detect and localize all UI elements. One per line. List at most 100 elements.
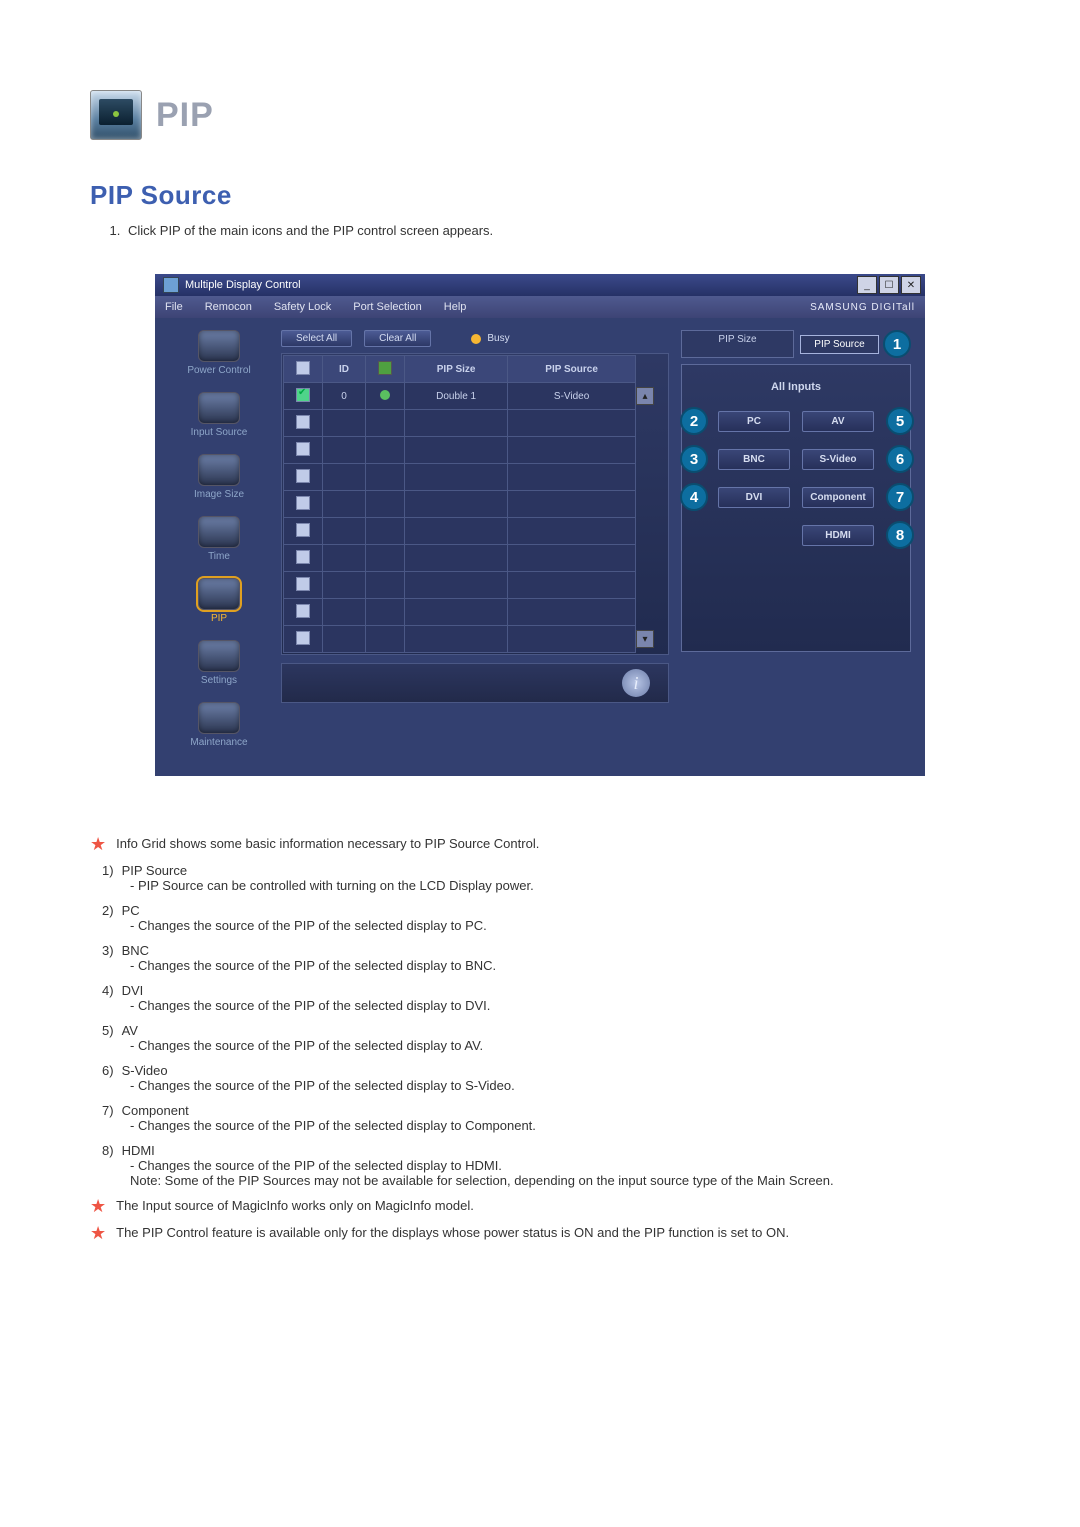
window-title: Multiple Display Control <box>185 279 301 291</box>
item-sub: Changes the source of the PIP of the sel… <box>130 1038 990 1053</box>
source-av-button[interactable]: AV <box>802 411 874 432</box>
table-row <box>284 410 667 437</box>
table-row <box>284 572 667 599</box>
item-label: Component <box>102 1103 189 1118</box>
footnote-1: ★ The Input source of MagicInfo works on… <box>90 1198 990 1219</box>
table-row[interactable]: 0 Double 1 S-Video ▴ <box>284 383 667 410</box>
menu-safety-lock[interactable]: Safety Lock <box>274 301 331 313</box>
table-row: ▾ <box>284 626 667 653</box>
source-bnc-button[interactable]: BNC <box>718 449 790 470</box>
item-label: AV <box>102 1023 138 1038</box>
row-checkbox[interactable] <box>296 469 310 483</box>
close-button[interactable]: ✕ <box>901 276 921 294</box>
callout-4: 4 <box>680 483 708 511</box>
row-checkbox[interactable] <box>296 550 310 564</box>
menu-port-selection[interactable]: Port Selection <box>353 301 421 313</box>
sidebar-label: PIP <box>211 613 227 624</box>
row-checkbox[interactable] <box>296 577 310 591</box>
row-checkbox[interactable] <box>296 442 310 456</box>
source-svideo-button[interactable]: S-Video <box>802 449 874 470</box>
panel-heading: All Inputs <box>690 381 902 393</box>
row-checkbox[interactable] <box>296 523 310 537</box>
sidebar-item-power[interactable]: Power Control <box>187 330 250 376</box>
table-row <box>284 518 667 545</box>
callout-8: 8 <box>886 521 914 549</box>
list-item: DVI Changes the source of the PIP of the… <box>102 983 990 1013</box>
source-dvi-button[interactable]: DVI <box>718 487 790 508</box>
select-all-button[interactable]: Select All <box>281 330 352 347</box>
info-text: Info Grid shows some basic information n… <box>116 836 539 851</box>
row-checkbox[interactable] <box>296 496 310 510</box>
status-dot-icon <box>380 390 390 400</box>
table-toolbar: Select All Clear All Busy <box>281 330 669 347</box>
scroll-down-button[interactable]: ▾ <box>636 630 654 648</box>
settings-icon <box>198 640 240 672</box>
item-label: PC <box>102 903 140 918</box>
star-icon: ★ <box>90 1225 106 1241</box>
row-checkbox[interactable] <box>296 388 310 402</box>
sidebar: Power Control Input Source Image Size Ti… <box>169 330 269 764</box>
cell-size: Double 1 <box>405 383 508 410</box>
cell-source: S-Video <box>508 383 636 410</box>
item-sub: Changes the source of the PIP of the sel… <box>130 918 990 933</box>
row-checkbox[interactable] <box>296 604 310 618</box>
sidebar-item-image[interactable]: Image Size <box>194 454 244 500</box>
sidebar-label: Settings <box>201 675 237 686</box>
sidebar-item-maintenance[interactable]: Maintenance <box>190 702 247 748</box>
source-pc-button[interactable]: PC <box>718 411 790 432</box>
item-label: BNC <box>102 943 149 958</box>
col-id: ID <box>323 356 366 383</box>
table-row <box>284 491 667 518</box>
right-panel: PIP Size PIP Source 1 All Inputs 2 PC AV… <box>681 330 911 764</box>
callout-2: 2 <box>680 407 708 435</box>
clear-all-button[interactable]: Clear All <box>364 330 431 347</box>
item-label: PIP Source <box>102 863 187 878</box>
footnote-text: The PIP Control feature is available onl… <box>116 1225 789 1240</box>
tab-pip-source[interactable]: PIP Source <box>800 335 879 354</box>
menu-help[interactable]: Help <box>444 301 467 313</box>
callout-6: 6 <box>886 445 914 473</box>
row-checkbox[interactable] <box>296 415 310 429</box>
scroll-up-button[interactable]: ▴ <box>636 387 654 405</box>
busy-label: Busy <box>487 333 509 344</box>
table-row <box>284 464 667 491</box>
minimize-button[interactable]: _ <box>857 276 877 294</box>
status-bar: i <box>281 663 669 703</box>
sidebar-item-time[interactable]: Time <box>198 516 240 562</box>
source-hdmi-button[interactable]: HDMI <box>802 525 874 546</box>
sidebar-item-input[interactable]: Input Source <box>191 392 248 438</box>
list-item: HDMI Changes the source of the PIP of th… <box>102 1143 990 1188</box>
tab-pip-size[interactable]: PIP Size <box>681 330 794 358</box>
table-row <box>284 545 667 572</box>
pip-icon <box>198 578 240 610</box>
row-checkbox[interactable] <box>296 631 310 645</box>
sidebar-item-pip[interactable]: PIP <box>198 578 240 624</box>
source-component-button[interactable]: Component <box>802 487 874 508</box>
info-icon[interactable]: i <box>622 669 650 697</box>
time-icon <box>198 516 240 548</box>
busy-indicator: Busy <box>471 333 509 344</box>
status-col-icon <box>378 361 392 375</box>
maximize-button[interactable]: ☐ <box>879 276 899 294</box>
input-icon <box>198 392 240 424</box>
sidebar-label: Image Size <box>194 489 244 500</box>
app-icon <box>163 277 179 293</box>
sidebar-item-settings[interactable]: Settings <box>198 640 240 686</box>
menu-file[interactable]: File <box>165 301 183 313</box>
star-icon: ★ <box>90 836 106 852</box>
info-star-row: ★ Info Grid shows some basic information… <box>90 836 990 857</box>
source-panel: All Inputs 2 PC AV 5 3 BNC S-Video 6 4 D… <box>681 364 911 652</box>
menu-remocon[interactable]: Remocon <box>205 301 252 313</box>
busy-dot-icon <box>471 334 481 344</box>
callout-3: 3 <box>680 445 708 473</box>
item-label: S-Video <box>102 1063 168 1078</box>
header-checkbox-icon[interactable] <box>296 361 310 375</box>
item-sub: Changes the source of the PIP of the sel… <box>130 998 990 1013</box>
item-sub: PIP Source can be controlled with turnin… <box>130 878 990 893</box>
window-titlebar: Multiple Display Control _ ☐ ✕ <box>155 274 925 296</box>
item-sub: Changes the source of the PIP of the sel… <box>130 1158 990 1173</box>
list-item: AV Changes the source of the PIP of the … <box>102 1023 990 1053</box>
app-screenshot: Multiple Display Control _ ☐ ✕ File Remo… <box>155 274 925 776</box>
info-grid: ID PIP Size PIP Source 0 Double 1 S-Vide… <box>281 353 669 655</box>
image-icon <box>198 454 240 486</box>
